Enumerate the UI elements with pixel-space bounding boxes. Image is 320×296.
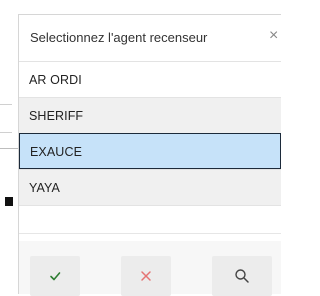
check-icon [50, 272, 61, 281]
list-item[interactable] [19, 205, 281, 241]
select-agent-dialog: Selectionnez l'agent recenseur × AR ORDI… [18, 14, 281, 296]
list-item-label: SHERIFF [29, 109, 84, 123]
background-divider [0, 132, 12, 133]
list-item[interactable]: AR ORDI [19, 61, 281, 97]
close-icon[interactable]: × [269, 27, 278, 45]
list-item-label: AR ORDI [29, 73, 82, 87]
search-button[interactable] [212, 256, 272, 296]
footer-divider [19, 233, 281, 234]
list-item[interactable]: YAYA [19, 169, 281, 205]
list-item-label: EXAUCE [30, 145, 83, 159]
list-item[interactable]: SHERIFF [19, 97, 281, 133]
dialog-title: Selectionnez l'agent recenseur [30, 30, 208, 45]
background-marker [5, 197, 13, 206]
cancel-button[interactable] [121, 256, 171, 296]
dialog-header: Selectionnez l'agent recenseur × [19, 15, 281, 61]
close-icon [141, 271, 151, 281]
agent-list: AR ORDI SHERIFF EXAUCE YAYA [19, 61, 281, 241]
background-divider [0, 104, 12, 105]
background-underline [0, 148, 20, 149]
confirm-button[interactable] [30, 256, 80, 296]
search-icon [235, 269, 249, 283]
list-item-selected[interactable]: EXAUCE [19, 133, 281, 169]
list-item-label: YAYA [29, 181, 60, 195]
